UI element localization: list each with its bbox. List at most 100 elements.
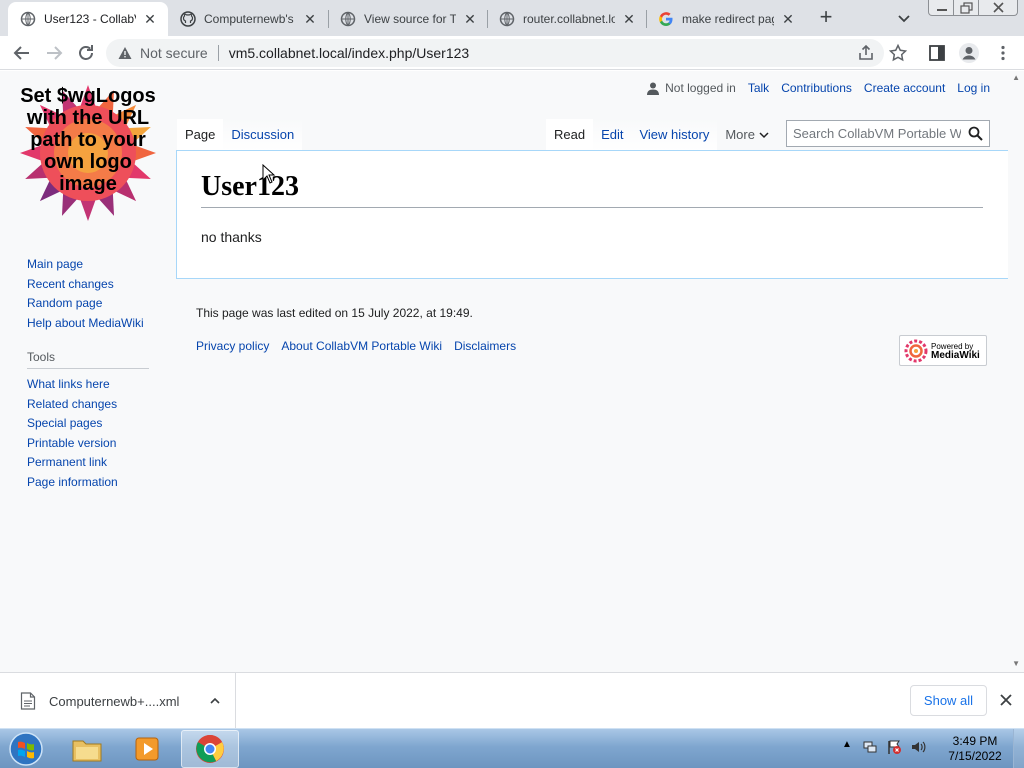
warning-icon[interactable]: [118, 46, 132, 60]
tab-user123[interactable]: User123 - CollabVM ✕: [8, 2, 168, 36]
tab-make-redirect[interactable]: make redirect pag ✕: [646, 2, 806, 36]
more-menu[interactable]: More: [717, 119, 777, 151]
omnibox-divider: [217, 45, 219, 61]
talk-link[interactable]: Talk: [748, 81, 769, 95]
tab-edit[interactable]: Edit: [593, 119, 632, 151]
log-in-link[interactable]: Log in: [957, 81, 990, 95]
show-all-button[interactable]: Show all: [910, 685, 987, 716]
tab-title: Computernewb's: [204, 12, 294, 26]
sidebar-item-what-links-here[interactable]: What links here: [27, 375, 149, 395]
tab-router[interactable]: router.collabnet.lo ✕: [487, 2, 647, 36]
github-icon: [180, 11, 196, 27]
folder-icon: [72, 740, 102, 762]
view-tabs: Read Edit View history More: [546, 119, 777, 151]
tab-view-source[interactable]: View source for Ta ✕: [328, 2, 488, 36]
back-arrow-icon[interactable]: [10, 41, 34, 65]
forward-arrow-icon[interactable]: [42, 41, 66, 65]
side-panel-icon[interactable]: [927, 43, 947, 63]
close-icon[interactable]: [999, 693, 1013, 707]
url-text[interactable]: vm5.collabnet.local/index.php/User123: [229, 45, 469, 61]
bookmark-star-icon[interactable]: [888, 43, 908, 63]
sidebar-item-recent-changes[interactable]: Recent changes: [27, 275, 144, 295]
tab-view-history[interactable]: View history: [631, 119, 718, 151]
content-area: User123 no thanks: [176, 150, 1008, 279]
mediawiki-flower-icon: [904, 339, 928, 362]
media-player-icon: [135, 737, 159, 761]
restore-button[interactable]: [953, 0, 979, 16]
new-tab-button[interactable]: +: [814, 6, 838, 30]
taskbar-explorer[interactable]: [58, 730, 116, 768]
tray-expand-icon[interactable]: ▲: [842, 739, 854, 755]
tab-read[interactable]: Read: [546, 119, 594, 151]
network-icon[interactable]: [862, 739, 878, 755]
windows-taskbar: ▲ 3:49 PM 7/15/2022: [0, 728, 1024, 768]
globe-icon: [20, 11, 36, 27]
page-body-text: no thanks: [201, 229, 262, 245]
address-bar[interactable]: Not secure vm5.collabnet.local/index.php…: [106, 39, 884, 67]
taskbar-clock[interactable]: 3:49 PM 7/15/2022: [942, 734, 1008, 764]
close-icon[interactable]: ✕: [621, 11, 637, 27]
scroll-down-arrow-icon[interactable]: ▼: [1012, 659, 1020, 668]
tab-computernewb[interactable]: Computernewb's ✕: [168, 2, 328, 36]
download-item[interactable]: Computernewb+....xml: [0, 673, 236, 729]
sidebar-item-page-information[interactable]: Page information: [27, 473, 149, 493]
tab-discussion[interactable]: Discussion: [223, 119, 303, 151]
sidebar-item-permanent-link[interactable]: Permanent link: [27, 453, 149, 473]
profile-avatar-icon[interactable]: [958, 42, 980, 64]
close-icon[interactable]: ✕: [142, 11, 158, 27]
sidebar-item-related-changes[interactable]: Related changes: [27, 395, 149, 415]
google-icon: [659, 12, 673, 26]
tab-strip: User123 - CollabVM ✕ Computernewb's ✕ Vi…: [0, 0, 1024, 36]
about-link[interactable]: About CollabVM Portable Wiki: [281, 339, 442, 353]
taskbar-media-player[interactable]: [118, 730, 176, 768]
tab-page[interactable]: Page: [177, 119, 224, 151]
taskbar-chrome[interactable]: [181, 730, 239, 768]
contributions-link[interactable]: Contributions: [781, 81, 852, 95]
start-button-icon[interactable]: [6, 731, 46, 767]
window-close-button[interactable]: [978, 0, 1018, 16]
reload-icon[interactable]: [74, 41, 98, 65]
share-icon[interactable]: [856, 43, 876, 63]
show-desktop-button[interactable]: [1013, 729, 1024, 768]
close-icon[interactable]: ✕: [780, 11, 796, 27]
powered-by-text: Powered by MediaWiki: [931, 342, 980, 361]
not-logged-in-label: Not logged in: [665, 81, 736, 95]
file-icon: [20, 692, 36, 710]
create-account-link[interactable]: Create account: [864, 81, 945, 95]
namespace-tabs: Page Discussion: [177, 119, 303, 151]
footer-links: Privacy policy About CollabVM Portable W…: [196, 339, 528, 353]
volume-icon[interactable]: [910, 739, 926, 755]
clock-date: 7/15/2022: [948, 749, 1002, 763]
close-icon[interactable]: ✕: [462, 11, 478, 27]
wiki-search: [786, 120, 990, 147]
chevron-up-icon[interactable]: [209, 695, 221, 707]
download-shelf: Computernewb+....xml Show all: [0, 672, 1024, 729]
sidebar-item-printable-version[interactable]: Printable version: [27, 434, 149, 454]
search-icon[interactable]: [968, 126, 983, 141]
search-input[interactable]: [793, 126, 961, 141]
close-icon[interactable]: ✕: [302, 11, 318, 27]
sidebar-item-special-pages[interactable]: Special pages: [27, 414, 149, 434]
tab-title: router.collabnet.lo: [523, 12, 615, 26]
user-icon: [647, 82, 660, 95]
minimize-button[interactable]: [928, 0, 954, 16]
action-center-flag-icon[interactable]: [886, 739, 902, 755]
tab-search-chevron-icon[interactable]: [894, 8, 914, 28]
scroll-up-arrow-icon[interactable]: ▲: [1012, 73, 1020, 82]
download-filename: Computernewb+....xml: [49, 693, 180, 709]
minimize-icon: [937, 9, 947, 11]
sidebar-item-main-page[interactable]: Main page: [27, 255, 144, 275]
powered-by-line2: MediaWiki: [931, 349, 980, 361]
last-edited-info: This page was last edited on 15 July 202…: [196, 306, 473, 320]
chevron-down-icon: [759, 132, 769, 139]
powered-by-mediawiki-badge[interactable]: Powered by MediaWiki: [899, 335, 987, 366]
sidebar-tools: Tools What links here Related changes Sp…: [27, 350, 149, 492]
sidebar-item-random-page[interactable]: Random page: [27, 294, 144, 314]
system-tray: ▲: [842, 739, 934, 755]
menu-kebab-icon[interactable]: [993, 43, 1013, 63]
privacy-policy-link[interactable]: Privacy policy: [196, 339, 269, 353]
close-icon: [993, 2, 1004, 13]
globe-icon: [499, 11, 515, 27]
disclaimers-link[interactable]: Disclaimers: [454, 339, 516, 353]
sidebar-item-help[interactable]: Help about MediaWiki: [27, 314, 144, 334]
